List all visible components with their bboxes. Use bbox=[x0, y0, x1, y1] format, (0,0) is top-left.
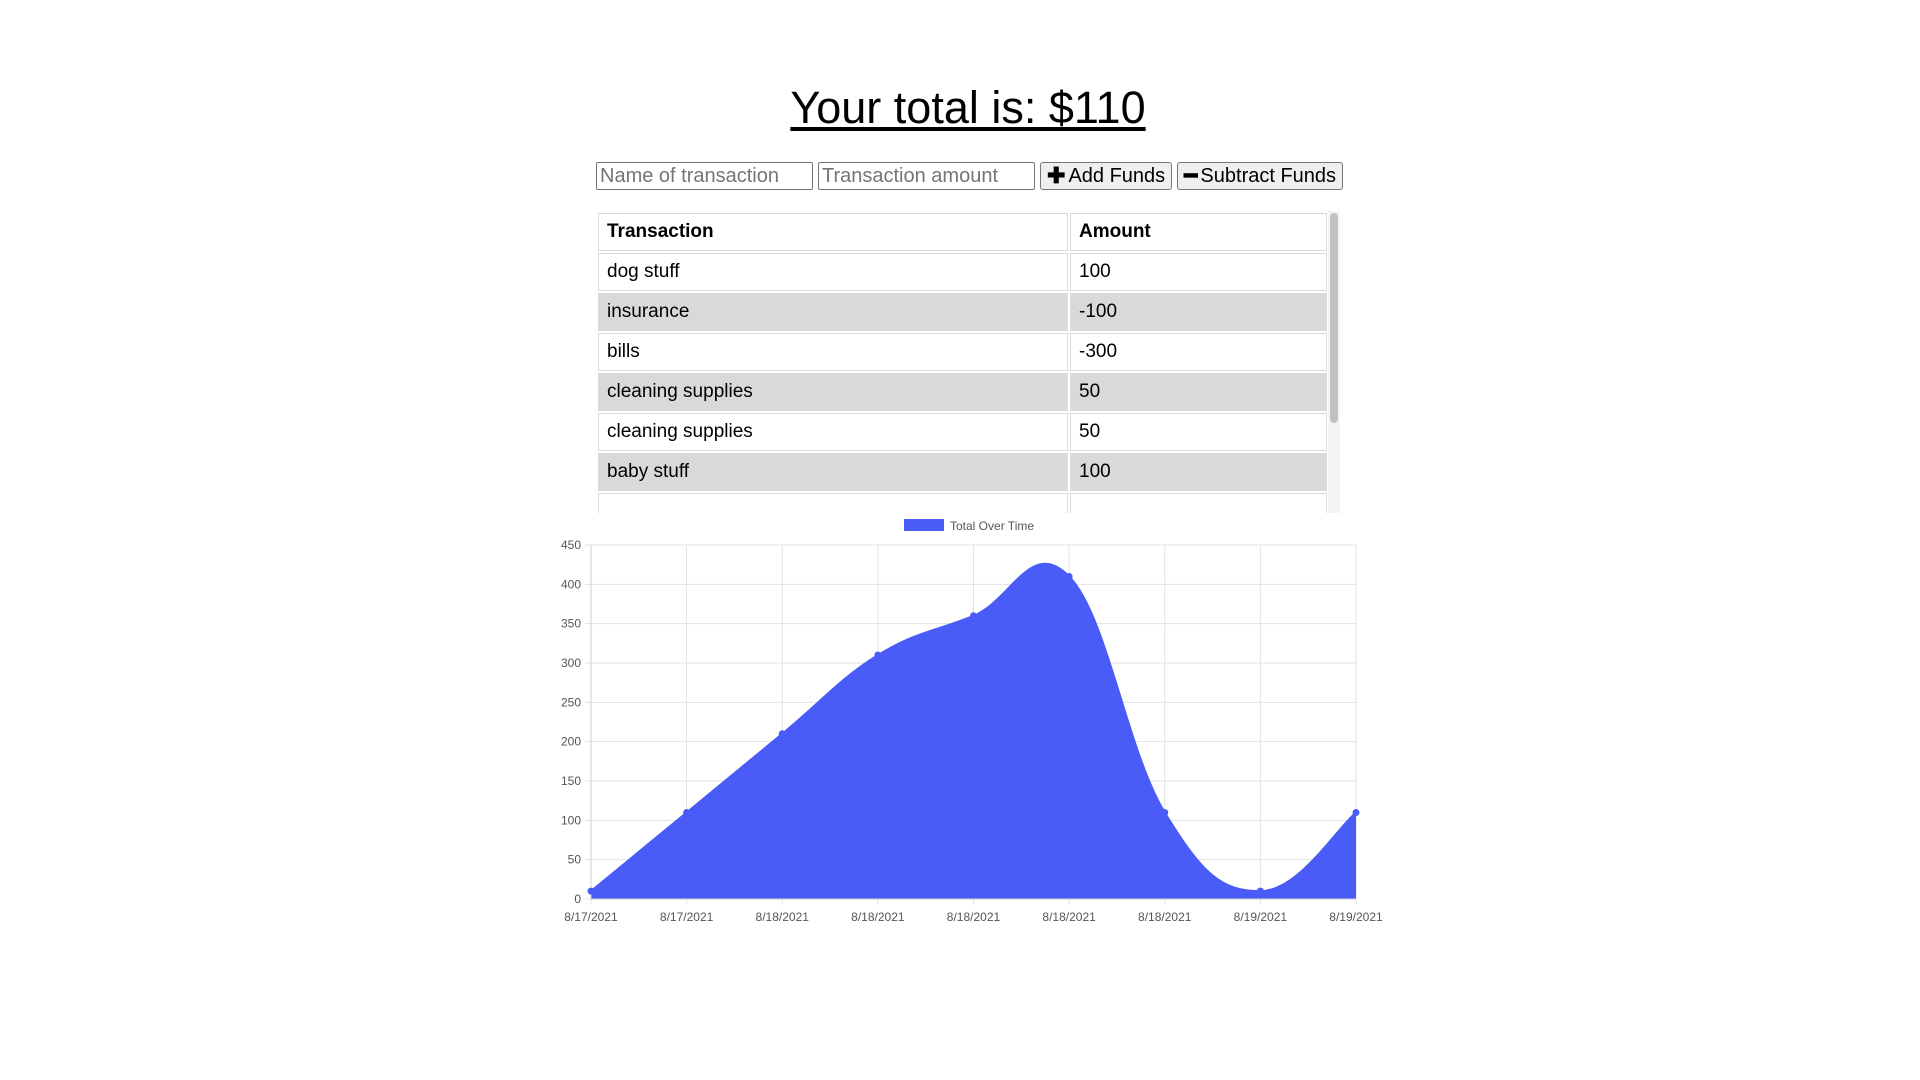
transaction-name-cell: insurance bbox=[598, 293, 1068, 331]
data-point bbox=[683, 808, 691, 816]
table-row: insurance -100 bbox=[598, 293, 1327, 331]
total-heading: Your total is: $110 bbox=[790, 82, 1146, 133]
transaction-amount-input[interactable] bbox=[818, 162, 1035, 190]
transaction-amount-cell: 50 bbox=[1070, 373, 1327, 411]
x-tick-label: 8/17/2021 bbox=[660, 910, 714, 924]
transaction-amount-cell: 100 bbox=[1070, 253, 1327, 291]
data-point bbox=[587, 887, 595, 895]
transaction-name-cell: dog stuff bbox=[598, 253, 1068, 291]
y-tick-label: 250 bbox=[561, 695, 581, 709]
y-tick-label: 450 bbox=[561, 538, 581, 552]
table-row: baby stuff 100 bbox=[598, 453, 1327, 491]
x-tick-label: 8/18/2021 bbox=[1138, 910, 1192, 924]
y-tick-label: 0 bbox=[574, 892, 581, 906]
y-tick-label: 400 bbox=[561, 577, 581, 591]
transaction-table-container: Transaction Amount dog stuff 100 insuran… bbox=[596, 211, 1342, 513]
transaction-amount-cell: 50 bbox=[1070, 413, 1327, 451]
transaction-form: ✚ Add Funds ━ Subtract Funds bbox=[596, 162, 1344, 190]
legend-label: Total Over Time bbox=[950, 519, 1034, 533]
x-tick-label: 8/19/2021 bbox=[1329, 910, 1383, 924]
minus-icon: ━ bbox=[1184, 163, 1198, 188]
table-row: cleaning supplies 50 bbox=[598, 373, 1327, 411]
add-funds-label: Add Funds bbox=[1068, 164, 1166, 187]
x-tick-label: 8/18/2021 bbox=[851, 910, 905, 924]
y-tick-label: 200 bbox=[561, 735, 581, 749]
x-tick-label: 8/18/2021 bbox=[947, 910, 1001, 924]
table-header-row: Transaction Amount bbox=[598, 213, 1327, 251]
total-over-time-chart: 0 50 100 150 200 250 300 350 400 450 8/17/2021 8/17… bbox=[561, 519, 1383, 924]
y-tick-label: 300 bbox=[561, 656, 581, 670]
x-tick-label: 8/18/2021 bbox=[1042, 910, 1096, 924]
table-row bbox=[598, 493, 1327, 513]
table-row: cleaning supplies 50 bbox=[598, 413, 1327, 451]
transaction-name-cell: baby stuff bbox=[598, 453, 1068, 491]
data-point bbox=[874, 651, 882, 659]
transaction-table: Transaction Amount dog stuff 100 insuran… bbox=[596, 211, 1329, 513]
transaction-name-cell: bills bbox=[598, 333, 1068, 371]
transaction-name-cell: cleaning supplies bbox=[598, 373, 1068, 411]
data-point bbox=[1256, 887, 1264, 895]
budget-page: Your total is: $110 ✚ Add Funds ━ Subtra… bbox=[0, 0, 1920, 1080]
x-tick-label: 8/18/2021 bbox=[756, 910, 810, 924]
data-point bbox=[1161, 808, 1169, 816]
transaction-amount-cell: -100 bbox=[1070, 293, 1327, 331]
x-tick-label: 8/19/2021 bbox=[1234, 910, 1288, 924]
data-point bbox=[778, 730, 786, 738]
data-point bbox=[1065, 572, 1073, 580]
transaction-name-input[interactable] bbox=[596, 162, 813, 190]
y-tick-label: 100 bbox=[561, 813, 581, 827]
header-transaction: Transaction bbox=[598, 213, 1068, 251]
x-tick-label: 8/17/2021 bbox=[564, 910, 618, 924]
plus-icon: ✚ bbox=[1047, 163, 1066, 188]
table-row: dog stuff 100 bbox=[598, 253, 1327, 291]
data-point bbox=[1352, 808, 1360, 816]
transaction-name-cell: cleaning supplies bbox=[598, 413, 1068, 451]
table-row: bills -300 bbox=[598, 333, 1327, 371]
y-tick-label: 50 bbox=[568, 853, 582, 867]
data-point bbox=[970, 612, 977, 620]
y-tick-label: 150 bbox=[561, 774, 581, 788]
subtract-funds-label: Subtract Funds bbox=[1200, 164, 1337, 187]
transaction-amount-cell: 100 bbox=[1070, 453, 1327, 491]
y-tick-label: 350 bbox=[561, 617, 581, 631]
legend-swatch bbox=[904, 519, 944, 531]
add-funds-button[interactable]: ✚ Add Funds bbox=[1040, 162, 1173, 190]
subtract-funds-button[interactable]: ━ Subtract Funds bbox=[1177, 162, 1344, 190]
transaction-amount-cell: -300 bbox=[1070, 333, 1327, 371]
header-amount: Amount bbox=[1070, 213, 1327, 251]
